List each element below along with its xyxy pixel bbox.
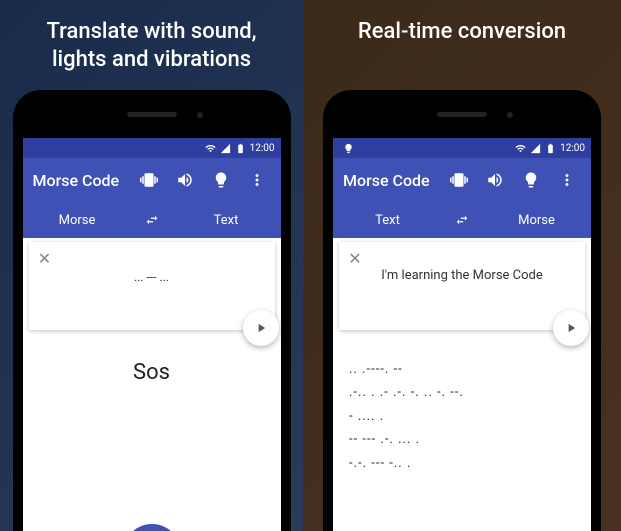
phone-frame: 12:00 Morse Code Morse [13, 90, 291, 531]
screen: 12:00 Morse Code Morse [23, 138, 281, 531]
clock: 12:00 [250, 143, 275, 154]
sound-button[interactable] [481, 166, 509, 194]
light-button[interactable] [517, 166, 545, 194]
headline: Translate with sound, lights and vibrati… [0, 0, 303, 83]
input-card[interactable]: ✕ ... --- ... [29, 242, 275, 330]
tab-morse[interactable]: Morse [482, 213, 591, 228]
overflow-button[interactable] [553, 166, 581, 194]
screen: 12:00 Morse Code Text [333, 138, 591, 531]
input-text: ... --- ... [37, 250, 267, 314]
wifi-icon [515, 143, 526, 154]
app-title: Morse Code [343, 171, 437, 190]
tab-bar: Text Morse [333, 202, 591, 238]
swap-button[interactable] [132, 213, 172, 227]
headline: Real-time conversion [303, 0, 621, 56]
tab-text[interactable]: Text [333, 213, 442, 228]
input-controls [23, 516, 281, 531]
input-card[interactable]: ✕ I'm learning the Morse Code [339, 242, 585, 330]
tap-button[interactable] [123, 524, 181, 531]
signal-icon [530, 143, 541, 154]
notification-icon [343, 143, 354, 154]
status-bar: 12:00 [23, 138, 281, 158]
phone-frame: 12:00 Morse Code Text [323, 90, 601, 531]
battery-icon [545, 143, 556, 154]
output-text: Sos [23, 330, 281, 516]
tab-bar: Morse Text [23, 202, 281, 238]
vibrate-button[interactable] [445, 166, 473, 194]
promo-panel-right: Real-time conversion 12:00 Morse Code [303, 0, 621, 531]
app-title: Morse Code [33, 171, 127, 190]
tab-text[interactable]: Text [172, 213, 281, 228]
input-text: I'm learning the Morse Code [347, 250, 577, 313]
clock: 12:00 [560, 143, 585, 154]
output-text: .. .----. -- .-.. . .- .-. -. .. -. --. … [333, 330, 591, 531]
sound-button[interactable] [171, 166, 199, 194]
battery-icon [235, 143, 246, 154]
signal-icon [220, 143, 231, 154]
close-button[interactable]: ✕ [35, 248, 55, 268]
vibrate-button[interactable] [135, 166, 163, 194]
app-bar: Morse Code [333, 158, 591, 202]
play-button[interactable] [553, 310, 589, 346]
play-button[interactable] [243, 310, 279, 346]
status-bar: 12:00 [333, 138, 591, 158]
tab-morse[interactable]: Morse [23, 213, 132, 228]
light-button[interactable] [207, 166, 235, 194]
wifi-icon [205, 143, 216, 154]
swap-button[interactable] [442, 213, 482, 227]
close-button[interactable]: ✕ [345, 248, 365, 268]
promo-panel-left: Translate with sound, lights and vibrati… [0, 0, 303, 531]
app-bar: Morse Code [23, 158, 281, 202]
overflow-button[interactable] [243, 166, 271, 194]
